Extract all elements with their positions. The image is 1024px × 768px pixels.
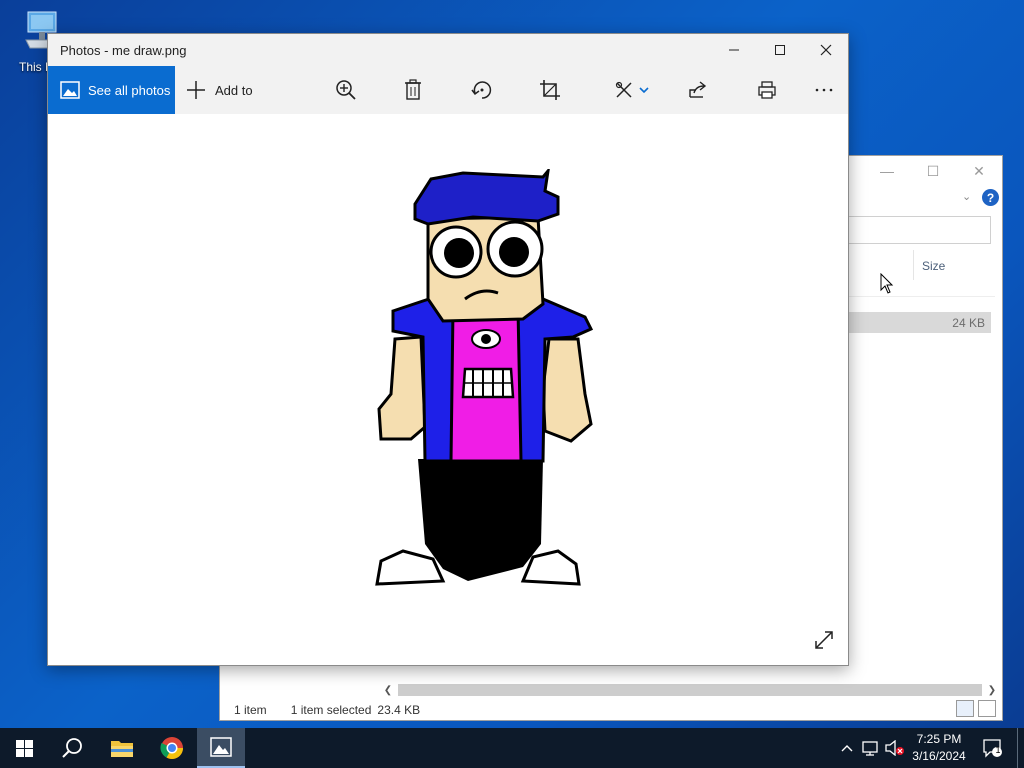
- large-icons-view-icon[interactable]: [978, 700, 996, 717]
- displayed-image: [375, 169, 594, 586]
- status-item-count: 1 item: [234, 703, 267, 717]
- start-button[interactable]: [0, 728, 48, 768]
- zoom-icon: [336, 80, 356, 100]
- print-button[interactable]: [747, 66, 787, 114]
- photos-toolbar: See all photos Add to: [48, 66, 848, 114]
- window-title: Photos - me draw.png: [60, 43, 187, 58]
- notification-center-button[interactable]: 1: [978, 728, 1008, 768]
- volume-tray[interactable]: [884, 728, 906, 768]
- close-button[interactable]: [803, 34, 849, 66]
- scroll-thumb[interactable]: [398, 684, 982, 696]
- see-all-photos-button[interactable]: See all photos: [48, 66, 175, 114]
- expand-icon: [815, 631, 833, 649]
- show-desktop-button[interactable]: [1017, 728, 1018, 768]
- view-switcher: [956, 700, 996, 717]
- help-icon[interactable]: ?: [982, 189, 999, 206]
- windows-logo-icon: [15, 739, 33, 757]
- status-size: 23.4 KB: [377, 703, 421, 717]
- clock-date: 3/16/2024: [912, 749, 966, 763]
- explorer-window-controls: — ☐ ✕: [864, 156, 1002, 186]
- more-icon: [815, 88, 833, 92]
- crop-icon: [540, 80, 560, 100]
- photo-icon: [60, 81, 80, 99]
- taskbar-photos[interactable]: [197, 728, 245, 768]
- add-to-label: Add to: [215, 82, 253, 98]
- close-button[interactable]: ✕: [956, 156, 1002, 186]
- edit-dropdown-button[interactable]: [630, 66, 658, 114]
- share-button[interactable]: [678, 66, 718, 114]
- chevron-down-icon[interactable]: ⌄: [962, 190, 971, 203]
- rotate-icon: [471, 81, 492, 99]
- crop-button[interactable]: [530, 66, 570, 114]
- network-tray[interactable]: [860, 728, 882, 768]
- print-icon: [758, 81, 776, 99]
- chevron-down-icon: [639, 87, 649, 94]
- add-to-button[interactable]: Add to: [186, 66, 253, 114]
- image-viewer[interactable]: [48, 114, 848, 665]
- full-screen-button[interactable]: [814, 630, 834, 655]
- status-bar: 1 item 1 item selected 23.4 KB: [220, 700, 1002, 720]
- chevron-up-icon: [841, 745, 853, 752]
- system-clock[interactable]: 7:25 PM 3/16/2024: [905, 731, 973, 765]
- maximize-button[interactable]: [757, 34, 803, 66]
- photos-app-window[interactable]: Photos - me draw.png See all photos Add …: [47, 33, 849, 666]
- column-header-size[interactable]: Size: [913, 250, 995, 280]
- taskbar-file-explorer[interactable]: [98, 728, 146, 768]
- see-all-photos-label: See all photos: [88, 82, 171, 98]
- chrome-icon: [160, 737, 183, 759]
- more-options-button[interactable]: [804, 66, 844, 114]
- search-button[interactable]: [48, 728, 96, 768]
- volume-muted-icon: [885, 740, 904, 756]
- maximize-icon: [775, 45, 785, 55]
- folder-icon: [111, 741, 133, 757]
- minimize-button[interactable]: [711, 34, 757, 66]
- share-icon: [689, 81, 707, 98]
- close-icon: [820, 44, 832, 56]
- plus-icon: [187, 81, 205, 99]
- scroll-right-icon[interactable]: ❯: [984, 685, 1000, 696]
- scroll-left-icon[interactable]: ❮: [380, 685, 396, 696]
- minimize-button[interactable]: —: [864, 156, 910, 186]
- status-selected: 1 item selected: [290, 703, 372, 717]
- notification-count-badge: 1: [995, 745, 1001, 755]
- taskbar: 7:25 PM 3/16/2024 1: [0, 728, 1024, 768]
- rotate-button[interactable]: [462, 66, 502, 114]
- minimize-icon: [729, 49, 739, 51]
- delete-icon: [405, 79, 421, 100]
- photos-icon: [210, 737, 232, 757]
- details-view-icon[interactable]: [956, 700, 974, 717]
- search-icon: [62, 738, 82, 758]
- zoom-button[interactable]: [326, 66, 366, 114]
- taskbar-chrome[interactable]: [148, 728, 196, 768]
- title-bar[interactable]: Photos - me draw.png: [48, 34, 848, 66]
- show-hidden-icons-button[interactable]: [838, 728, 856, 768]
- horizontal-scrollbar[interactable]: ❮ ❯: [380, 682, 1000, 698]
- clock-time: 7:25 PM: [916, 732, 962, 746]
- maximize-button[interactable]: ☐: [910, 156, 956, 186]
- delete-button[interactable]: [393, 66, 433, 114]
- mouse-cursor-icon: [880, 273, 894, 294]
- network-icon: [862, 741, 878, 756]
